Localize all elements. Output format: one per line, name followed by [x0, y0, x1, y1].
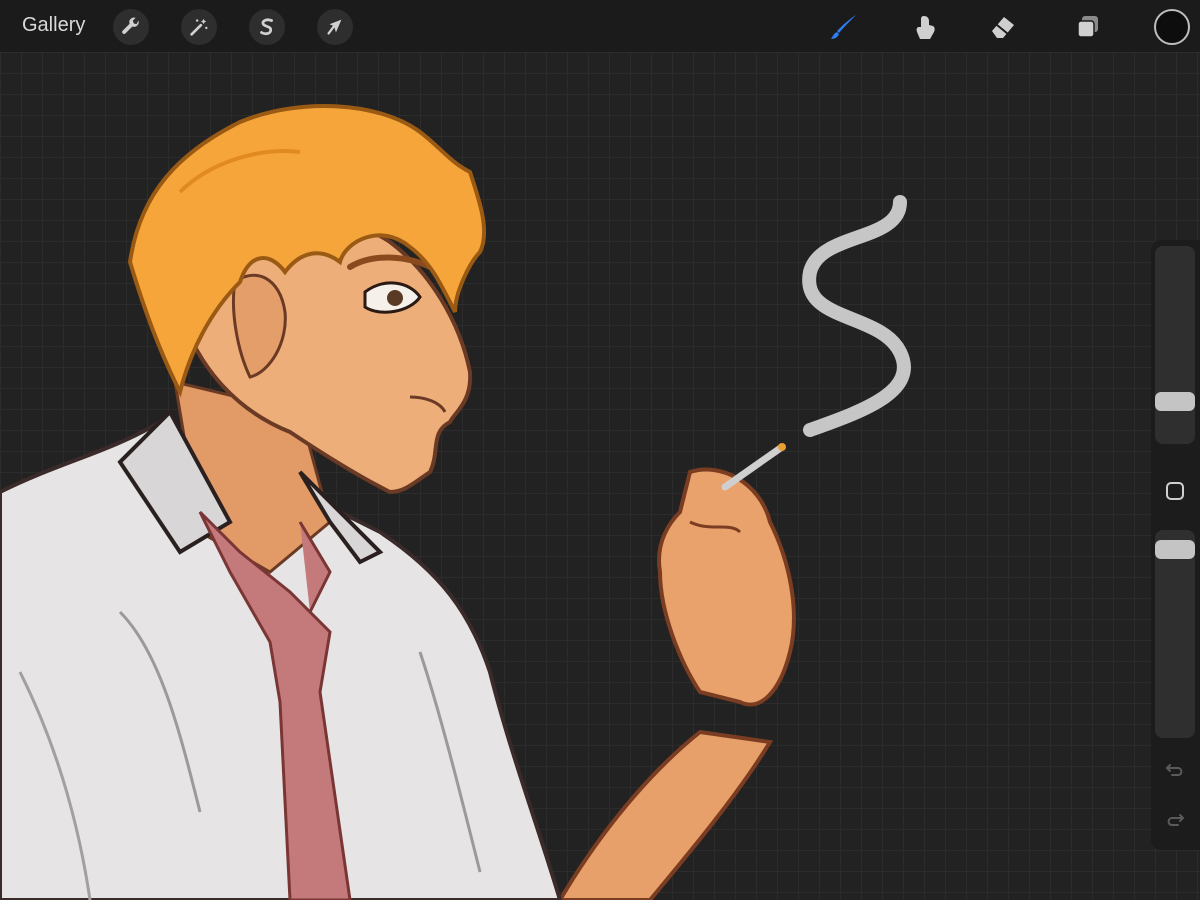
- side-toolbar: [1151, 240, 1200, 850]
- smudge-finger-icon: [916, 16, 935, 39]
- modify-button[interactable]: [1166, 482, 1184, 500]
- brush-size-thumb[interactable]: [1155, 392, 1195, 411]
- top-toolbar: Gallery: [0, 0, 1200, 52]
- opacity-thumb[interactable]: [1155, 540, 1195, 559]
- eraser-tool-button[interactable]: [985, 9, 1021, 45]
- adjustments-button[interactable]: [181, 9, 217, 45]
- color-picker-button[interactable]: [1154, 9, 1190, 45]
- selection-button[interactable]: [249, 9, 285, 45]
- eraser-icon: [992, 17, 1014, 38]
- drawing-canvas[interactable]: [0, 52, 1200, 900]
- brush-tool-button[interactable]: [826, 9, 862, 45]
- magic-wand-icon: [190, 18, 208, 36]
- hand: [657, 467, 796, 707]
- artwork-illustration: [0, 103, 911, 900]
- arm: [557, 729, 774, 900]
- opacity-slider[interactable]: [1155, 530, 1195, 738]
- arrow-cursor-icon: [327, 19, 342, 35]
- transform-button[interactable]: [317, 9, 353, 45]
- wrench-icon: [122, 17, 139, 34]
- smoke: [802, 195, 911, 437]
- actions-button[interactable]: [113, 9, 149, 45]
- layers-button[interactable]: [1070, 9, 1106, 45]
- redo-icon[interactable]: [1164, 808, 1186, 830]
- undo-icon[interactable]: [1164, 758, 1186, 780]
- layers-icon: [1077, 16, 1098, 38]
- brush-icon: [831, 15, 856, 39]
- cigarette: [721, 443, 786, 491]
- brush-size-slider[interactable]: [1155, 246, 1195, 444]
- smudge-tool-button[interactable]: [907, 9, 943, 45]
- selection-s-icon: [260, 18, 273, 36]
- gallery-button[interactable]: Gallery: [22, 14, 85, 37]
